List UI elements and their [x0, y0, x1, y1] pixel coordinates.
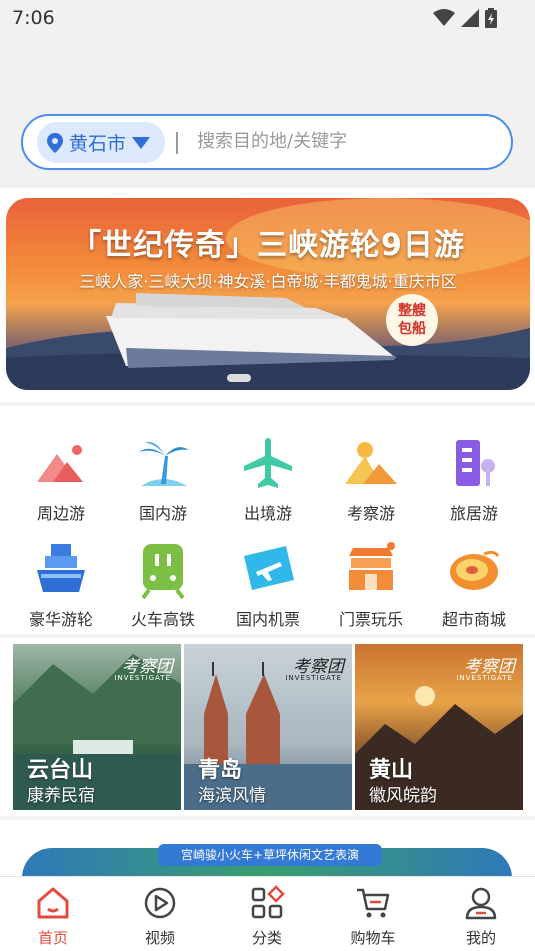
banner-title: 「世纪传奇」三峡游轮9日游 [71, 228, 465, 263]
home-icon [37, 887, 69, 919]
category-item-cruise[interactable]: 豪华游轮 [11, 540, 111, 630]
destination-card-yuntaishan[interactable]: 考察团 INVESTIGATE 云台山 康养民宿 [13, 644, 181, 810]
banner-subtitle: 三峡人家·三峡大坝·神女溪·白帝城·丰都鬼城·重庆市区 [79, 272, 457, 291]
destination-cards: 考察团 INVESTIGATE 云台山 康养民宿 考察团 INVESTIGATE… [0, 638, 535, 816]
card-title: 黄山 [369, 758, 414, 783]
category-label: 火车高铁 [130, 610, 195, 629]
tab-label: 购物车 [350, 929, 396, 947]
play-icon [144, 887, 176, 919]
fruit-icon [450, 550, 500, 590]
category-label: 周边游 [36, 504, 85, 523]
promo-banner[interactable]: 宫崎骏小火车+草坪休闲文艺表演 [0, 820, 535, 880]
card-tag-en: INVESTIGATE [456, 674, 513, 682]
badge-line2: 包船 [398, 321, 426, 337]
category-item-flight[interactable]: 国内机票 [218, 540, 318, 630]
search-input[interactable]: 搜索目的地/关键字 [197, 127, 347, 153]
wifi-icon [433, 9, 455, 26]
banner-badge: 整艘 包船 [386, 294, 438, 346]
gate-icon [349, 542, 395, 590]
bottom-tab-bar: 首页 视频 分类 购物车 我的 [0, 876, 535, 951]
tab-label: 我的 [465, 929, 496, 947]
user-icon [465, 887, 497, 920]
category-label: 国内机票 [235, 610, 300, 629]
category-item-tickets[interactable]: 门票玩乐 [321, 540, 421, 630]
tab-label: 视频 [144, 929, 175, 947]
battery-icon [485, 8, 497, 28]
mountain-icon [37, 445, 83, 482]
tab-cart[interactable]: 购物车 [338, 885, 408, 948]
card-tag-en: INVESTIGATE [285, 674, 342, 682]
triangle-down-icon [132, 136, 151, 149]
banner-carousel[interactable]: 「世纪传奇」三峡游轮9日游 三峡人家·三峡大坝·神女溪·白帝城·丰都鬼城·重庆市… [6, 198, 530, 390]
category-item-outbound[interactable]: 出境游 [218, 434, 318, 524]
city-selector[interactable]: 黄石市 [37, 122, 165, 163]
category-item-mall[interactable]: 超市商城 [424, 540, 524, 630]
tab-label: 首页 [37, 929, 68, 947]
category-item-nearby[interactable]: 周边游 [11, 434, 111, 524]
category-item-domestic[interactable]: 国内游 [113, 434, 213, 524]
category-label: 国内游 [138, 504, 187, 523]
tab-label: 分类 [251, 929, 282, 947]
building-icon [456, 440, 495, 486]
category-label: 出境游 [243, 504, 292, 523]
destination-card-qingdao[interactable]: 考察团 INVESTIGATE 青岛 海滨风情 [184, 644, 352, 810]
category-item-study[interactable]: 考察游 [321, 434, 421, 524]
tab-home[interactable]: 首页 [18, 885, 88, 948]
category-item-sojourn[interactable]: 旅居游 [424, 434, 524, 524]
banner-section: 「世纪传奇」三峡游轮9日游 三峡人家·三峡大坝·神女溪·白帝城·丰都鬼城·重庆市… [0, 188, 535, 402]
card-title: 青岛 [198, 758, 243, 783]
category-grid: 周边游 国内游 出境游 考察游 旅居游 豪华游轮 火车高铁 国内机票 门票玩乐 … [0, 406, 535, 634]
tab-category[interactable]: 分类 [232, 885, 302, 948]
sun-mountain-icon [345, 442, 397, 484]
palm-tree-icon [139, 441, 189, 486]
tab-profile[interactable]: 我的 [446, 885, 516, 948]
card-subtitle: 徽风皖韵 [369, 786, 437, 806]
card-subtitle: 海滨风情 [198, 786, 266, 806]
destination-card-huangshan[interactable]: 考察团 INVESTIGATE 黄山 徽风皖韵 [355, 644, 523, 810]
location-pin-icon [47, 132, 63, 153]
card-title: 云台山 [27, 758, 94, 783]
search-bar[interactable]: 黄石市 搜索目的地/关键字 [21, 114, 513, 170]
category-label: 考察游 [346, 504, 395, 523]
cruise-ship-icon [37, 544, 85, 592]
train-icon [141, 544, 185, 600]
card-subtitle: 康养民宿 [27, 786, 95, 806]
tab-video[interactable]: 视频 [125, 885, 195, 948]
signal-icon [461, 9, 479, 27]
status-icons [433, 8, 497, 28]
status-bar: 7:06 [0, 0, 535, 40]
flight-ticket-icon [244, 546, 294, 590]
status-time: 7:06 [12, 7, 55, 29]
category-icon [251, 885, 285, 919]
cart-icon [357, 888, 390, 918]
category-label: 门票玩乐 [338, 610, 403, 629]
divider [176, 132, 178, 154]
badge-line1: 整艘 [398, 303, 426, 319]
category-item-train[interactable]: 火车高铁 [113, 540, 213, 630]
airplane-icon [244, 438, 292, 488]
carousel-indicator [227, 374, 251, 382]
category-label: 豪华游轮 [28, 610, 93, 629]
category-label: 超市商城 [441, 610, 506, 629]
city-name: 黄石市 [69, 133, 127, 155]
card-tag-en: INVESTIGATE [114, 674, 171, 682]
category-label: 旅居游 [449, 504, 498, 523]
promo-ribbon: 宫崎骏小火车+草坪休闲文艺表演 [158, 844, 382, 866]
